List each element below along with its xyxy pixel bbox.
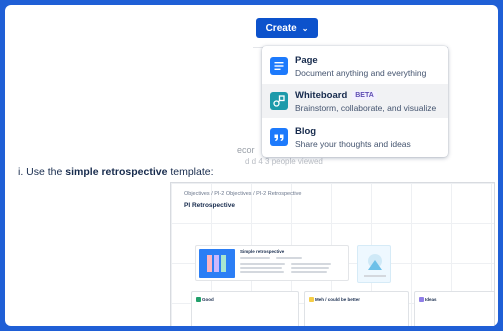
column-meh: Meh / could be better [304,291,409,326]
background-text-fragment-2: d d 4 3 people viewed [245,157,323,166]
menu-item-page[interactable]: Page Document anything and everything [262,49,448,83]
column-title: Meh / could be better [315,297,361,302]
chevron-down-icon: ⌄ [301,23,309,33]
create-button-label: Create [265,22,297,34]
menu-item-blog[interactable]: Blog Share your thoughts and ideas [262,120,448,154]
menu-item-subtitle: Share your thoughts and ideas [295,139,411,149]
blog-icon [270,128,288,146]
template-card: Simple retrospective [195,245,349,281]
menu-item-title: Page [295,55,318,66]
menu-item-subtitle: Brainstorm, collaborate, and visualize [295,103,437,113]
create-menu: Page Document anything and everything Wh… [262,46,448,157]
instruction-suffix: template: [167,166,214,178]
ideas-indicator [419,297,424,302]
menu-item-whiteboard[interactable]: Whiteboard BETA Brainstorm, collaborate, … [262,84,448,118]
instruction-text: i. Use the simple retrospective template… [18,166,214,178]
template-preview-image: Objectives / PI-2 Objectives / PI-2 Retr… [170,182,495,326]
column-title: Ideas [425,297,437,302]
beta-badge: BETA [352,91,377,100]
preview-page-title: PI Retrospective [184,202,235,209]
column-good: Good [191,291,299,326]
illustration-card [357,245,391,283]
menu-item-title: Blog [295,126,317,137]
template-card-title: Simple retrospective [240,249,285,254]
page-canvas: Create ⌄ ecor d d 4 3 people viewed Page… [5,5,498,326]
menu-item-subtitle: Document anything and everything [295,68,427,78]
page-icon [270,57,288,75]
column-ideas: Ideas [414,291,494,326]
background-text-fragment: ecor [237,145,255,155]
instruction-template-name: simple retrospective [65,166,168,178]
meh-indicator [309,297,314,302]
menu-item-title: Whiteboard BETA [295,90,377,101]
instruction-prefix: i. Use the [18,166,66,178]
whiteboard-title: Whiteboard [295,90,348,101]
template-thumbnail [199,249,235,278]
whiteboard-icon [270,92,288,110]
column-title: Good [202,297,214,302]
breadcrumb: Objectives / PI-2 Objectives / PI-2 Retr… [184,191,302,197]
create-button[interactable]: Create ⌄ [256,18,318,38]
good-indicator [196,297,201,302]
